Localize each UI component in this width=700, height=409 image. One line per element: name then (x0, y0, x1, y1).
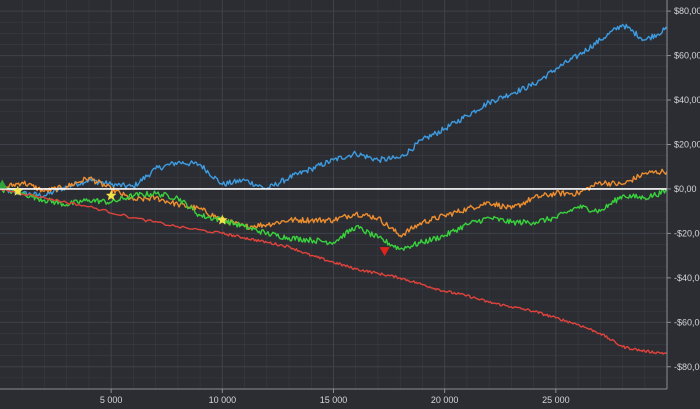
x-tick-label: 5 000 (100, 395, 123, 405)
x-tick-label: 25 000 (542, 395, 570, 405)
y-tick-label: $20,00 (674, 139, 700, 149)
line-chart: 5 000 10 000 15 000 20 000 25 000 $80,00 $60,… (0, 0, 700, 409)
plot-background (0, 0, 700, 409)
y-tick-label: -$60,00 (674, 317, 700, 327)
x-tick-label: 10 000 (209, 395, 237, 405)
y-tick-label: $60,00 (674, 51, 700, 61)
y-tick-label: $80,00 (674, 6, 700, 16)
x-tick-label: 20 000 (431, 395, 459, 405)
x-tick-label: 15 000 (320, 395, 348, 405)
y-tick-label: -$80,00 (674, 362, 700, 372)
y-tick-label: $40,00 (674, 95, 700, 105)
y-tick-label: -$40,00 (674, 273, 700, 283)
y-tick-label: $0,00 (674, 184, 697, 194)
y-tick-label: -$20,00 (674, 228, 700, 238)
